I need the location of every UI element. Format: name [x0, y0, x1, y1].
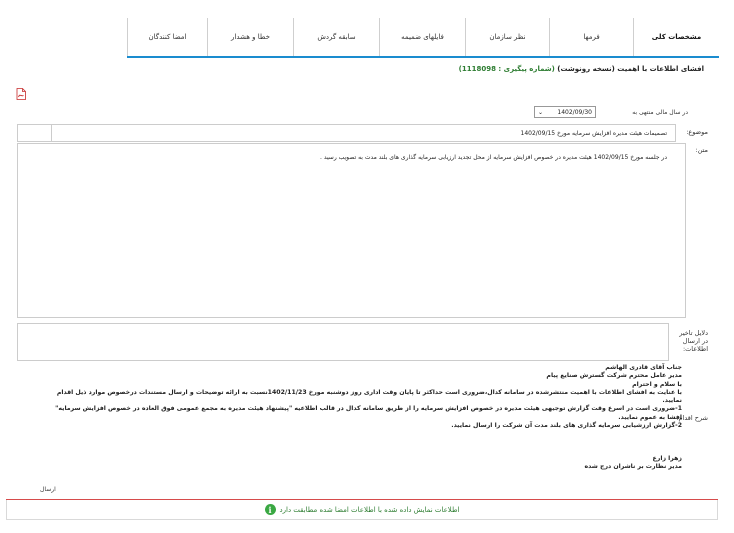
pdf-icon[interactable]: [16, 88, 26, 100]
subject-label: موضوع:: [686, 128, 708, 136]
signer-title: مدیر نظارت بر ناشران درج شده: [584, 463, 682, 470]
period-select[interactable]: ⌄ 1402/09/30: [534, 106, 596, 118]
body-label: متن:: [695, 146, 708, 154]
action-line: با سلام و احترام: [632, 380, 682, 388]
subject-extra-field: [18, 125, 52, 141]
delay-label: دلایل تاخیر در ارسال اطلاعات:: [679, 329, 708, 353]
tab-bar: مشخصات کلی فرمها نظر سازمان فایلهای ضمیم…: [127, 18, 719, 56]
footer-message: اطلاعات نمایش داده شده با اطلاعات امضا ش…: [279, 505, 460, 514]
tab-general[interactable]: مشخصات کلی: [633, 18, 719, 56]
tab-signers[interactable]: امضا کنندگان: [127, 18, 207, 56]
tab-history[interactable]: سابقه گردش: [293, 18, 379, 56]
subject-field: تصمیمات هیئت مدیره افزایش سرمایه مورخ 14…: [520, 129, 667, 137]
footer-status: اطلاعات نمایش داده شده با اطلاعات امضا ش…: [6, 500, 718, 520]
chevron-down-icon: ⌄: [538, 108, 544, 116]
period-value: 1402/09/30: [557, 108, 592, 116]
period-label: در سال مالی منتهی به: [632, 109, 688, 116]
subject-row: تصمیمات هیئت مدیره افزایش سرمایه مورخ 14…: [17, 124, 676, 142]
tab-attachments[interactable]: فایلهای ضمیمه: [379, 18, 465, 56]
tracking-number: (شماره پیگیری : 1118098): [458, 65, 555, 73]
body-text: در جلسه مورخ 1402/09/15 هیئت مدیره در خص…: [320, 154, 667, 161]
action-line: 1-ضروری است در اسرع وقت گزارش توجیهی هیئ…: [55, 405, 682, 421]
action-text: جناب آقای قادری الهاشم مدیر عامل محترم ش…: [42, 364, 682, 430]
action-line: با عنایت به افشای اطلاعات با اهمیت منتشر…: [56, 388, 682, 405]
body-text-box: در جلسه مورخ 1402/09/15 هیئت مدیره در خص…: [17, 143, 686, 318]
tab-errors-warnings[interactable]: خطا و هشدار: [207, 18, 293, 56]
page-title: افشای اطلاعات با اهمیت (نسخه رونوشت) (شم…: [459, 65, 704, 73]
page-title-text: افشای اطلاعات با اهمیت (نسخه رونوشت): [557, 65, 704, 73]
tab-organization-opinion[interactable]: نظر سازمان: [465, 18, 549, 56]
send-label: ارسال: [40, 486, 56, 493]
delay-reasons-box: [17, 323, 669, 361]
action-line: مدیر عامل محترم شرکت گسترش صنایع پیام: [546, 372, 682, 380]
tab-forms[interactable]: فرمها: [549, 18, 633, 56]
tab-underline: [127, 56, 719, 58]
info-icon: i: [264, 504, 276, 515]
action-line: 2-گزارش ارزشیابی سرمایه گذاری های بلند م…: [451, 422, 682, 430]
